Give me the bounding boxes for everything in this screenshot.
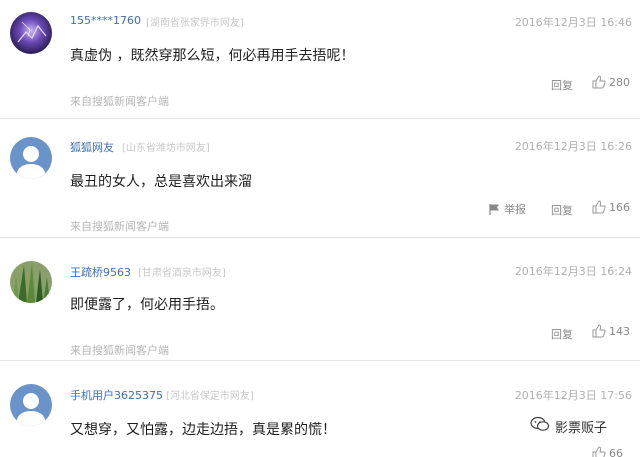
- comment-time: 2016年12月3日 17:56: [514, 389, 632, 402]
- comment-text: 即便露了，何必用手捂。: [70, 297, 224, 313]
- comment-time: 2016年12月3日 16:46: [514, 16, 632, 29]
- user-location: [甘肃省酒泉市网友]: [138, 268, 226, 279]
- username[interactable]: 王疏桥9563: [70, 264, 131, 280]
- user-location: [湖南省张家界市网友]: [146, 18, 244, 29]
- like-button[interactable]: 66: [592, 446, 623, 457]
- comment-source: 来自搜狐新闻客户端: [70, 344, 169, 357]
- comment-time: 2016年12月3日 16:24: [514, 265, 632, 278]
- avatar[interactable]: [10, 137, 52, 179]
- user-location: [山东省潍坊市网友]: [122, 143, 210, 154]
- flag-icon: [488, 203, 501, 216]
- thumbs-up-icon: [592, 200, 606, 214]
- reply-button[interactable]: 回复: [551, 77, 573, 93]
- comment-item: 手机用户3625375 [河北省保定市网友] 2016年12月3日 17:56 …: [0, 360, 640, 457]
- comment-source: 来自搜狐新闻客户端: [70, 95, 169, 108]
- watermark: 影票贩子: [526, 414, 612, 438]
- comment-item: 狐狐网友 [山东省潍坊市网友] 2016年12月3日 16:26 最丑的女人，总…: [0, 118, 640, 237]
- watermark-text: 影票贩子: [555, 420, 608, 436]
- like-button[interactable]: 280: [592, 75, 630, 89]
- thumbs-up-icon: [592, 324, 606, 338]
- user-location: [河北省保定市网友]: [166, 391, 254, 402]
- like-count: 280: [609, 75, 630, 89]
- username[interactable]: 狐狐网友: [70, 139, 114, 155]
- comment-text: 真虚伪 ，既然穿那么短，何必再用手去捂呢！: [70, 48, 355, 64]
- reply-button[interactable]: 回复: [551, 202, 573, 218]
- avatar[interactable]: [10, 261, 52, 303]
- comment-text: 又想穿，又怕露，边走边捂，真是累的慌！: [70, 422, 336, 438]
- wechat-logo-icon: [530, 416, 550, 436]
- comment-source: 来自搜狐新闻客户端: [70, 220, 169, 233]
- comment-text: 最丑的女人，总是喜欢出来溜: [70, 174, 252, 190]
- comment-item: 155****1760 [湖南省张家界市网友] 2016年12月3日 16:46…: [0, 0, 640, 118]
- reply-button[interactable]: 回复: [551, 326, 573, 342]
- like-button[interactable]: 166: [592, 200, 630, 214]
- thumbs-up-icon: [592, 446, 606, 457]
- like-count: 143: [609, 324, 630, 338]
- avatar[interactable]: [10, 12, 52, 54]
- comment-time: 2016年12月3日 16:26: [514, 140, 632, 153]
- avatar[interactable]: [10, 384, 52, 426]
- report-label: 举报: [504, 203, 526, 216]
- username[interactable]: 155****1760: [70, 14, 141, 27]
- like-count: 66: [609, 446, 623, 457]
- like-button[interactable]: 143: [592, 324, 630, 338]
- comment-item: 王疏桥9563 [甘肃省酒泉市网友] 2016年12月3日 16:24 即便露了…: [0, 237, 640, 360]
- username[interactable]: 手机用户3625375: [70, 387, 163, 403]
- report-button[interactable]: 举报: [488, 201, 526, 217]
- thumbs-up-icon: [592, 75, 606, 89]
- like-count: 166: [609, 200, 630, 214]
